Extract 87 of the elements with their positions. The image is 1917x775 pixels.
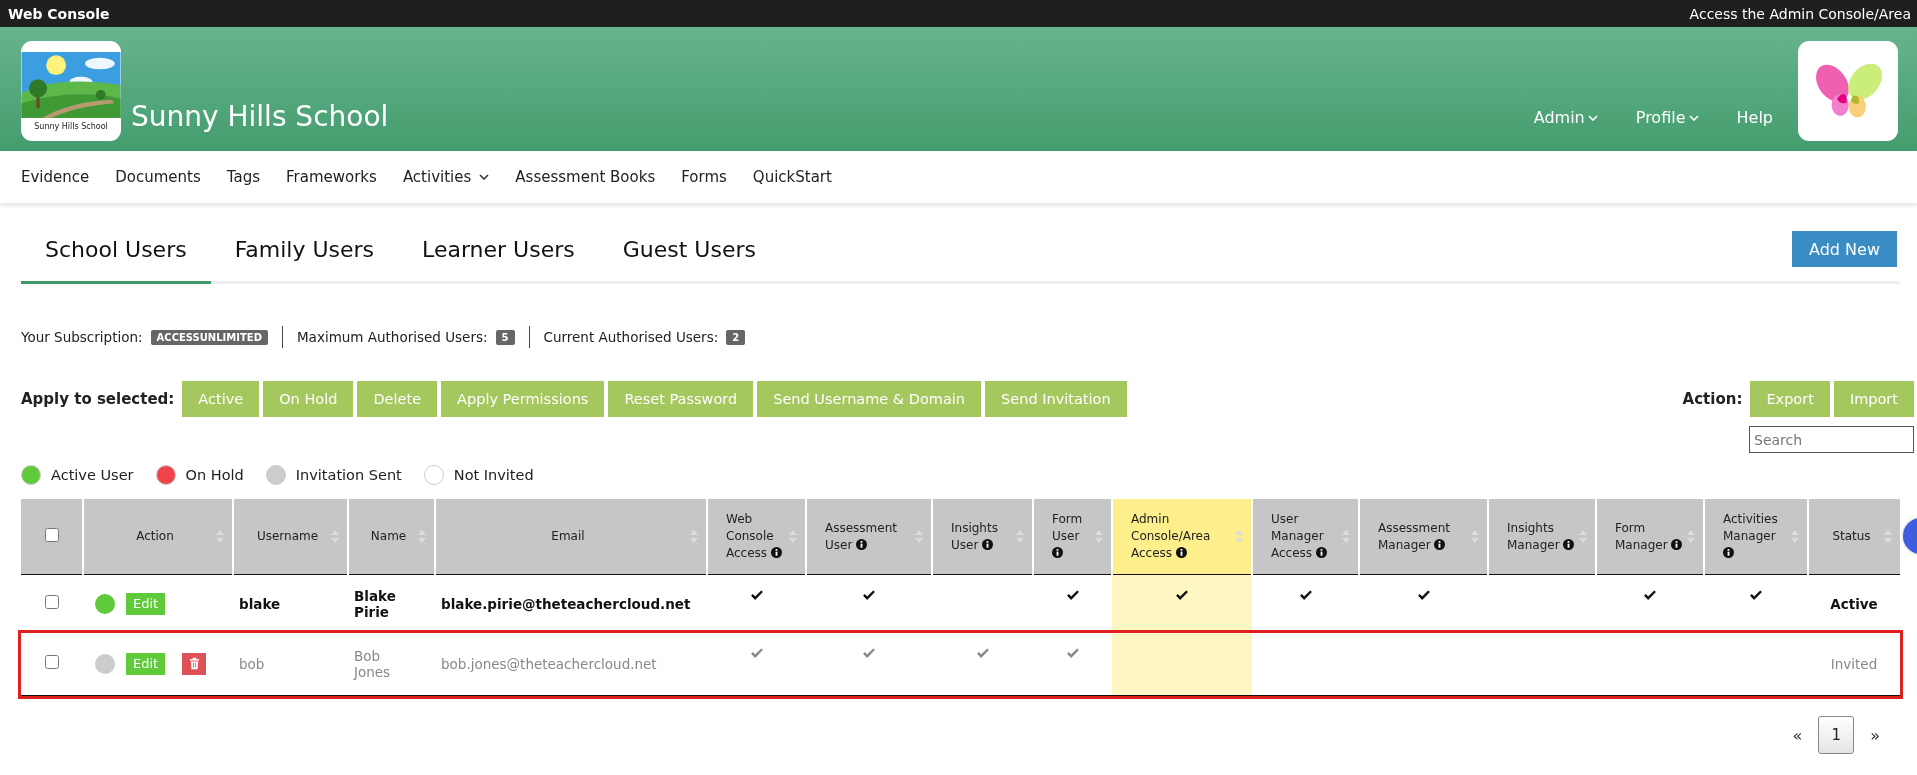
info-icon [1723, 547, 1734, 558]
nav-item[interactable]: Assessment Books [515, 168, 656, 186]
delete-button[interactable] [182, 652, 207, 675]
column-header[interactable]: Web Console Access [707, 499, 806, 575]
add-new-button[interactable]: Add New [1792, 231, 1897, 267]
nav-item[interactable]: Activities [402, 168, 490, 186]
column-header[interactable]: Admin Console/Area Access [1112, 499, 1252, 575]
column-header[interactable]: Assessment Manager [1359, 499, 1488, 575]
check-icon [1066, 646, 1079, 658]
table-cell-text: Blake Pirie [354, 587, 397, 620]
column-header[interactable]: Activities Manager [1704, 499, 1808, 575]
info-icon [856, 538, 868, 550]
table-cell: bob.jones@theteachercloud.net [441, 655, 657, 672]
subscription-label: Maximum Authorised Users: [296, 329, 488, 345]
action-label: Action: [1682, 390, 1743, 408]
caret-icon [479, 174, 490, 180]
info-icon [1052, 547, 1063, 558]
column-header[interactable]: Form User [1033, 499, 1112, 575]
column-header[interactable]: Assessment User [806, 499, 932, 575]
row-checkbox[interactable] [45, 655, 59, 670]
info-icon [1434, 538, 1446, 550]
info-icon [1315, 547, 1327, 558]
table-cell: bob [239, 655, 265, 672]
column-header[interactable]: Insights Manager [1488, 499, 1596, 575]
nav-item[interactable]: QuickStart [752, 168, 832, 186]
check-icon [863, 589, 875, 600]
nav-item[interactable]: Tags [226, 168, 260, 186]
column-header[interactable]: Username [233, 499, 348, 575]
info-icon [982, 538, 994, 550]
legend-label: Invitation Sent [295, 467, 402, 483]
trash-icon [188, 657, 200, 671]
page-button[interactable]: 1 [1818, 716, 1855, 754]
apply-label: Apply to selected: [21, 390, 175, 408]
info-icon [1175, 547, 1187, 558]
previous-page-button[interactable]: « [1792, 725, 1803, 745]
check-icon [1417, 589, 1430, 600]
column-header[interactable]: Name [348, 499, 435, 575]
count-badge: 5 [495, 329, 515, 345]
count-badge: 2 [726, 329, 746, 345]
column-header[interactable]: Form Manager [1596, 499, 1704, 575]
nav-item[interactable]: Evidence [21, 168, 90, 186]
tab[interactable]: School Users [21, 217, 211, 284]
tab[interactable]: Learner Users [398, 217, 599, 284]
column-header[interactable]: Insights User [932, 499, 1033, 575]
table-cell: blake.pirie@theteachercloud.net [441, 595, 691, 612]
table-cell: blake [239, 595, 281, 612]
table-cell-text: Bob Jones [354, 647, 392, 680]
nav-item[interactable]: Forms [681, 168, 727, 186]
check-icon [750, 589, 763, 600]
status-text: Active [1830, 595, 1878, 612]
tab[interactable]: Family Users [210, 217, 399, 284]
check-icon [863, 646, 875, 658]
row-checkbox[interactable] [45, 595, 59, 610]
app-title: Web Console [8, 5, 110, 22]
check-icon [1176, 589, 1188, 600]
column-header[interactable]: Email [435, 499, 707, 575]
search-field[interactable]: Search [1749, 426, 1914, 453]
status-text: Invited [1830, 655, 1878, 672]
info-icon [1671, 538, 1683, 550]
legend-label: Active User [51, 467, 134, 483]
nav-item[interactable]: Documents [115, 168, 201, 186]
select-all-checkbox[interactable] [44, 528, 59, 542]
check-icon [1066, 589, 1079, 600]
legend-label: On Hold [185, 467, 244, 483]
check-icon [1299, 589, 1312, 600]
caret-icon [1688, 114, 1699, 121]
check-icon [976, 646, 989, 658]
sort-icon [1235, 530, 1243, 543]
logo-caption: Sunny Hills School [34, 121, 108, 131]
caret-icon [1587, 114, 1598, 121]
count-badge: ACCESSUNLIMITED [150, 329, 268, 345]
school-name: Sunny Hills School [131, 100, 389, 133]
check-icon [1644, 589, 1656, 600]
nav-item[interactable]: Frameworks [286, 168, 377, 186]
column-header[interactable]: Status [1808, 499, 1900, 575]
subscription-label: Your Subscription: [21, 329, 143, 345]
check-icon [1750, 589, 1762, 600]
next-page-button[interactable]: » [1870, 725, 1880, 745]
legend-label: Not Invited [453, 467, 534, 483]
admin-console-link[interactable]: Access the Admin Console/Area [1689, 5, 1911, 22]
tab[interactable]: Guest Users [598, 217, 780, 284]
column-header[interactable]: Action [83, 499, 233, 575]
info-icon [770, 547, 782, 558]
subscription-label: Current Authorised Users: [543, 329, 719, 345]
info-icon [1563, 538, 1575, 550]
check-icon [750, 646, 763, 658]
column-header[interactable]: User Manager Access [1252, 499, 1359, 575]
